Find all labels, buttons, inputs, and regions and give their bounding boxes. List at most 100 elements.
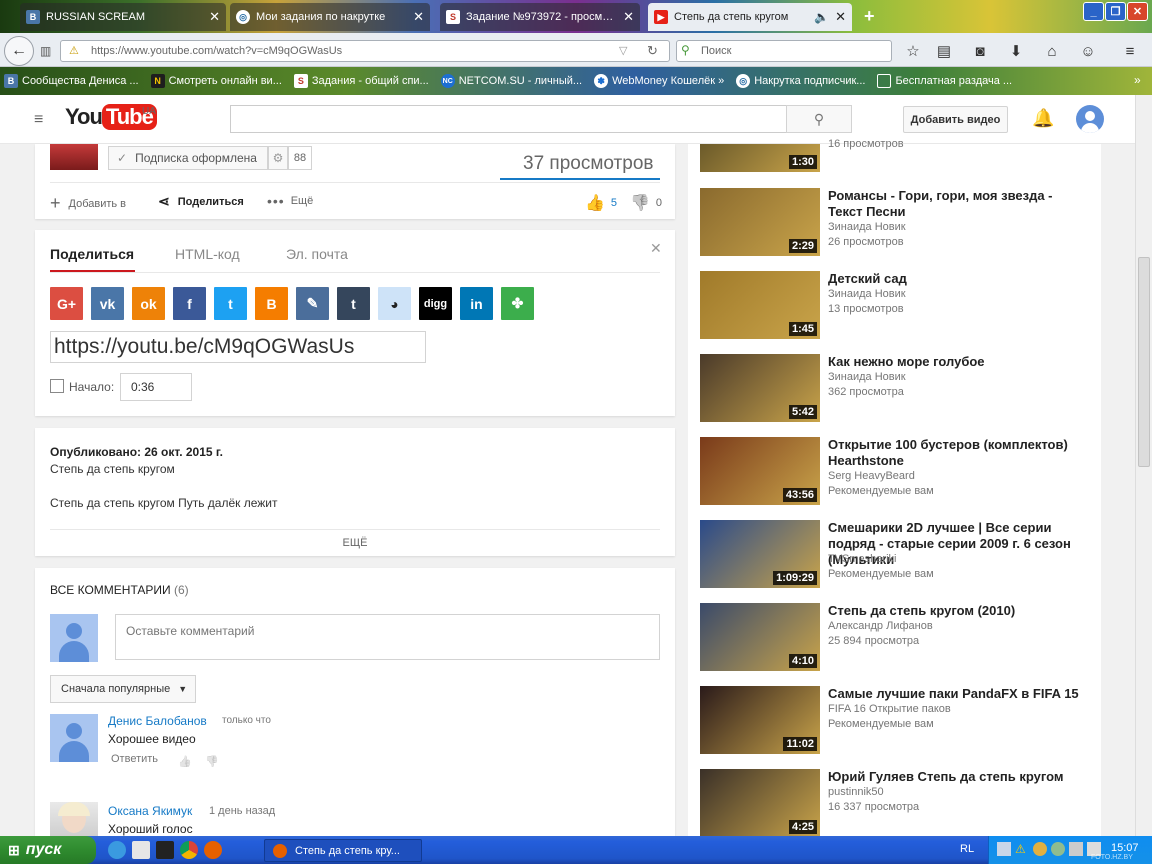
- video-title[interactable]: Открытие 100 бустеров (комплектов) Heart…: [828, 437, 1088, 469]
- odnoklassniki-icon[interactable]: ok: [132, 287, 165, 320]
- facebook-icon[interactable]: f: [173, 287, 206, 320]
- channel-name[interactable]: Serg HeavyBeard: [828, 470, 915, 482]
- chrome-icon[interactable]: [180, 841, 198, 859]
- bookmark-item[interactable]: N Смотреть онлайн ви...: [150, 74, 282, 88]
- digg-icon[interactable]: digg: [419, 287, 452, 320]
- livejournal-icon[interactable]: ✎: [296, 287, 329, 320]
- pocket-icon[interactable]: ◙: [970, 41, 990, 61]
- avatar[interactable]: [50, 714, 98, 762]
- bookmark-item[interactable]: B Сообщества Дениса ...: [4, 74, 139, 88]
- browser-search-input[interactable]: ⚲ Поиск: [676, 40, 892, 62]
- tumblr-icon[interactable]: t: [337, 287, 370, 320]
- taskbar-window-button[interactable]: Степь да степь кру...: [264, 839, 422, 862]
- bookmark-item[interactable]: S Задания - общий спи...: [293, 74, 429, 88]
- close-icon[interactable]: ✕: [650, 240, 662, 257]
- video-thumbnail[interactable]: 4:10: [700, 603, 820, 671]
- video-title[interactable]: Юрий Гуляев Степь да степь кругом: [828, 769, 1088, 785]
- warning-icon[interactable]: ⚠: [1015, 842, 1029, 856]
- close-icon[interactable]: ✕: [623, 9, 634, 25]
- channel-name[interactable]: pustinnik50: [828, 786, 884, 798]
- ie-icon[interactable]: [108, 841, 126, 859]
- tab-tasks[interactable]: ◎ Мои задания по накрутке ✕: [230, 3, 430, 31]
- tab-youtube-video[interactable]: ▶ Степь да степь кругом 🔈 ✕: [648, 3, 852, 31]
- address-bar[interactable]: ⚠ https://www.youtube.com/watch?v=cM9qOG…: [60, 40, 670, 62]
- video-thumbnail[interactable]: 1:09:29: [700, 520, 820, 588]
- related-video[interactable]: 4:10 Степь да степь кругом (2010) Александ…: [700, 603, 1090, 673]
- dropdown-icon[interactable]: ▽: [619, 44, 627, 57]
- start-time-input[interactable]: 0:36: [120, 373, 192, 401]
- related-video[interactable]: 11:02 Самые лучшие паки PandaFX в FIFA 15…: [700, 686, 1090, 756]
- back-button[interactable]: ←: [4, 36, 34, 66]
- channel-name[interactable]: FIFA 16 Открытие паков: [828, 703, 951, 715]
- video-thumbnail[interactable]: 5:42: [700, 354, 820, 422]
- thumbs-up-icon[interactable]: 👍: [178, 755, 192, 768]
- reddit-icon[interactable]: ◕: [378, 287, 411, 320]
- video-title[interactable]: Как нежно море голубое: [828, 354, 1088, 370]
- related-video[interactable]: 4:25 Юрий Гуляев Степь да степь кругом pus…: [700, 769, 1090, 839]
- download-icon[interactable]: ⬇: [1006, 41, 1026, 61]
- bookmark-item[interactable]: NC NETCOM.SU - личный...: [440, 74, 582, 88]
- language-indicator[interactable]: RL: [960, 843, 974, 855]
- reply-button[interactable]: Ответить: [111, 753, 158, 765]
- reload-icon[interactable]: ↻: [647, 43, 658, 59]
- scrollbar-thumb[interactable]: [1138, 257, 1150, 467]
- video-title[interactable]: Детский сад: [828, 271, 1088, 287]
- volume-icon[interactable]: [1069, 842, 1083, 856]
- app-icon[interactable]: [156, 841, 174, 859]
- channel-name[interactable]: Александр Лифанов: [828, 620, 933, 632]
- related-video[interactable]: 5:42 Как нежно море голубое Зинаида Новик 3…: [700, 354, 1090, 424]
- bookmark-item[interactable]: ✽ WebMoney Кошелёк »: [594, 74, 724, 88]
- tab-share[interactable]: Поделиться: [50, 246, 134, 262]
- tab-embed[interactable]: HTML-код: [175, 246, 240, 262]
- explorer-icon[interactable]: [132, 841, 150, 859]
- video-title[interactable]: Степь да степь кругом (2010): [828, 603, 1088, 619]
- avatar[interactable]: [50, 802, 98, 836]
- google-plus-icon[interactable]: G+: [50, 287, 83, 320]
- related-video[interactable]: 43:56 Открытие 100 бустеров (комплектов) …: [700, 437, 1090, 507]
- close-icon[interactable]: ✕: [413, 9, 424, 25]
- video-title[interactable]: Самые лучшие паки PandaFX в FIFA 15: [828, 686, 1088, 702]
- start-button[interactable]: ⊞ пуск: [0, 836, 96, 864]
- video-thumbnail[interactable]: 11:02: [700, 686, 820, 754]
- channel-name[interactable]: Зинаида Новик: [828, 371, 906, 383]
- bookmark-item[interactable]: ◎ Накрутка подписчик...: [736, 74, 865, 88]
- home-icon[interactable]: ⌂: [1042, 41, 1062, 61]
- bookmarks-list-icon[interactable]: ▥: [40, 44, 51, 58]
- close-icon[interactable]: ✕: [835, 9, 846, 25]
- star-icon[interactable]: ☆: [903, 41, 923, 61]
- network-icon[interactable]: [997, 842, 1011, 856]
- thumbs-down-icon[interactable]: 👎: [205, 755, 219, 768]
- related-video[interactable]: 1:30 16 просмотров: [700, 113, 1090, 183]
- twitter-icon[interactable]: t: [214, 287, 247, 320]
- guide-menu-icon[interactable]: ≡: [34, 111, 43, 129]
- minimize-icon[interactable]: _: [1083, 2, 1104, 21]
- related-video[interactable]: 1:45 Детский сад Зинаида Новик 13 просмотро…: [700, 271, 1090, 341]
- video-thumbnail[interactable]: 1:45: [700, 271, 820, 339]
- maximize-icon[interactable]: ❐: [1105, 2, 1126, 21]
- channel-avatar[interactable]: [50, 144, 98, 170]
- menu-icon[interactable]: ≡: [1120, 41, 1140, 61]
- tray-app-icon[interactable]: [1051, 842, 1065, 856]
- channel-name[interactable]: TVSmeshariki: [828, 553, 896, 565]
- show-more-button[interactable]: ЕЩЁ: [335, 537, 375, 549]
- comment-author[interactable]: Денис Балобанов: [108, 714, 207, 728]
- blogger-icon[interactable]: B: [255, 287, 288, 320]
- tab-russian-scream[interactable]: B RUSSIAN SCREAM ✕: [20, 3, 226, 31]
- stumbleupon-icon[interactable]: ✤: [501, 287, 534, 320]
- comment-author[interactable]: Оксана Якимук: [108, 804, 192, 818]
- close-icon[interactable]: ✕: [209, 9, 220, 25]
- video-thumbnail[interactable]: 1:30: [700, 144, 820, 172]
- linkedin-icon[interactable]: in: [460, 287, 493, 320]
- speaker-icon[interactable]: 🔈: [814, 10, 829, 24]
- more-actions-button[interactable]: ••• Ещё: [267, 193, 313, 209]
- sort-dropdown[interactable]: Сначала популярные ▼: [50, 675, 196, 703]
- tab-task-973972[interactable]: S Задание №973972 - просмот... ✕: [440, 3, 640, 31]
- share-link-input[interactable]: https://youtu.be/cM9qOGWasUs: [50, 331, 426, 363]
- subscribed-button[interactable]: ✓ Подписка оформлена: [108, 146, 268, 170]
- bookmark-item[interactable]: Бесплатная раздача ...: [877, 74, 1012, 88]
- like-button[interactable]: 👍 5: [585, 193, 617, 213]
- video-title[interactable]: Романсы - Гори, гори, моя звезда - Текст…: [828, 188, 1088, 220]
- tray-app-icon[interactable]: [1033, 842, 1047, 856]
- comment-input[interactable]: Оставьте комментарий: [115, 614, 660, 660]
- gear-icon[interactable]: ⚙: [268, 146, 288, 170]
